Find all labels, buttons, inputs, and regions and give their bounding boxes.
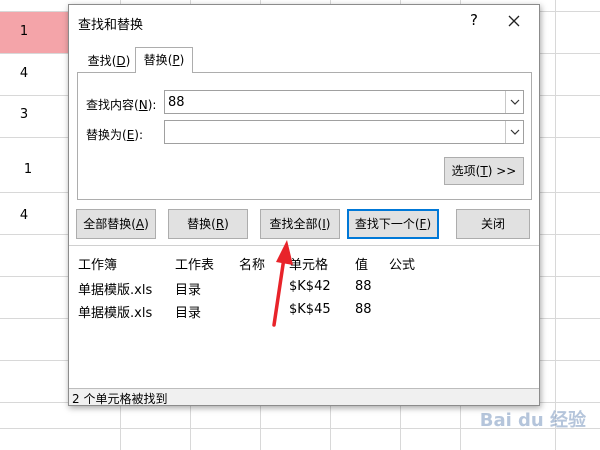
result-sheet[interactable]: 目录	[175, 302, 201, 321]
column-header[interactable]: 公式	[389, 254, 415, 273]
replace-all-button[interactable]: 全部替换(A)	[76, 209, 156, 239]
dialog-title: 查找和替换	[78, 18, 144, 33]
column-header[interactable]: 工作簿	[78, 254, 117, 273]
tab-replace[interactable]: 替换(P)	[135, 47, 193, 73]
status-bar: 2 个单元格被找到	[69, 388, 539, 406]
cell-value[interactable]: 4	[0, 64, 48, 84]
close-icon[interactable]	[503, 10, 525, 32]
tab-find[interactable]: 查找(D)	[83, 50, 135, 73]
cell-value[interactable]: 3	[0, 105, 48, 125]
cell-value[interactable]: 4	[0, 206, 48, 226]
find-combobox[interactable]	[164, 90, 524, 114]
find-dropdown-button[interactable]	[505, 91, 523, 113]
close-button[interactable]: 关闭	[456, 209, 530, 239]
replace-button[interactable]: 替换(R)	[168, 209, 248, 239]
watermark-logo: Bai du 经验	[479, 410, 586, 431]
find-input[interactable]	[168, 93, 502, 111]
result-workbook[interactable]: 单据模版.xls	[78, 279, 152, 298]
replace-combobox[interactable]	[164, 120, 524, 144]
replace-input[interactable]	[168, 123, 502, 141]
replace-panel: 查找内容(N): 替换为(E): 选项(T) >>	[77, 72, 532, 200]
cell-value[interactable]: 1	[0, 22, 48, 42]
column-header[interactable]: 单元格	[289, 254, 328, 273]
options-button[interactable]: 选项(T) >>	[444, 157, 524, 185]
column-header[interactable]: 工作表	[175, 254, 214, 273]
help-icon[interactable]: ?	[465, 11, 483, 29]
replace-label: 替换为(E):	[86, 128, 144, 142]
result-value[interactable]: 88	[355, 302, 372, 317]
find-all-button[interactable]: 查找全部(I)	[260, 209, 340, 239]
find-label: 查找内容(N):	[86, 98, 157, 112]
find-replace-dialog: 查找和替换 ? 查找(D) 替换(P) 查找内容(N): 替换为(E): 选项(…	[68, 4, 540, 406]
result-cell[interactable]: $K$45	[289, 302, 331, 317]
find-next-button[interactable]: 查找下一个(F)	[347, 209, 439, 239]
results-list[interactable]: 工作簿 工作表 名称 单元格 值 公式 单据模版.xls 目录 $K$42 88…	[69, 245, 539, 388]
chevron-down-icon	[510, 129, 520, 135]
column-header[interactable]: 名称	[239, 254, 265, 273]
cell-value[interactable]: 1	[4, 160, 52, 180]
result-cell[interactable]: $K$42	[289, 279, 331, 294]
column-header[interactable]: 值	[355, 254, 368, 273]
result-workbook[interactable]: 单据模版.xls	[78, 302, 152, 321]
status-text: 2 个单元格被找到	[72, 392, 168, 406]
result-value[interactable]: 88	[355, 279, 372, 294]
result-sheet[interactable]: 目录	[175, 279, 201, 298]
chevron-down-icon	[510, 99, 520, 105]
replace-dropdown-button[interactable]	[505, 121, 523, 143]
